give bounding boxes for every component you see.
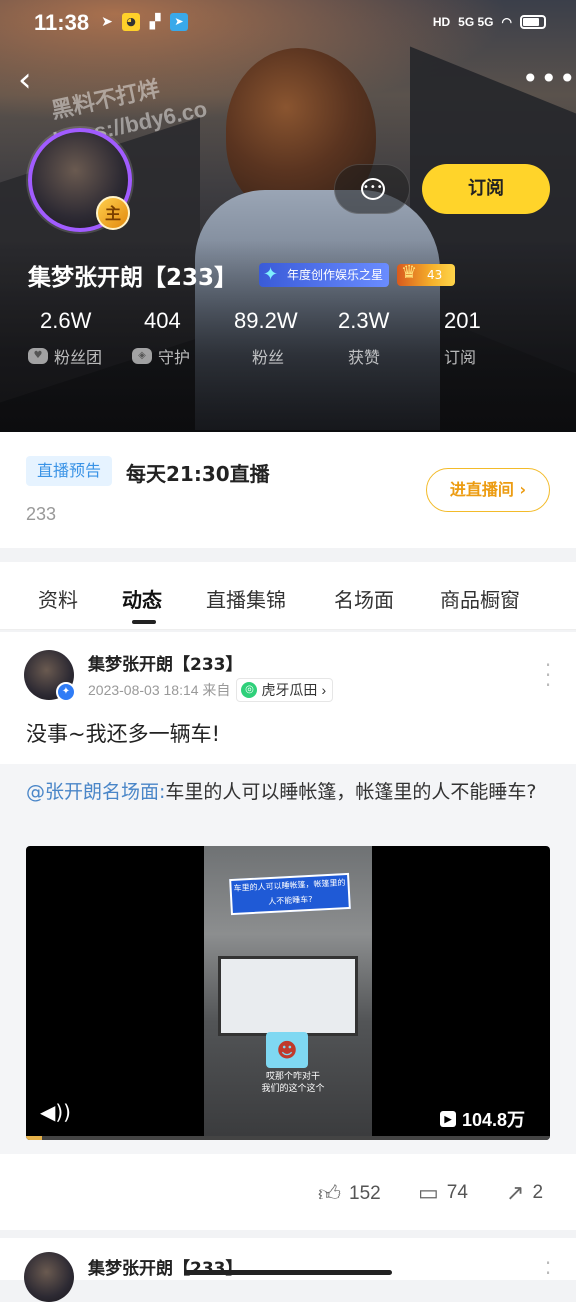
status-bar: 11:38 ➤ ◕ ▞ ➤ HD 5G 5G ◠ <box>0 0 576 44</box>
profile-tabs: 资料 动态 直播集锦 名场面 商品橱窗 <box>0 562 576 630</box>
battery-icon <box>520 15 546 29</box>
subscribe-button[interactable]: 订阅 <box>422 164 550 214</box>
stat-likes[interactable]: 2.3W 获赞 <box>338 308 389 368</box>
chat-icon: ••• <box>361 178 385 200</box>
post-source: 虎牙瓜田 <box>261 682 318 698</box>
live-notice-count: 233 <box>26 504 57 524</box>
post-author-avatar[interactable] <box>24 1252 74 1302</box>
stat-value: 89.2W <box>234 308 298 333</box>
app-icon: ◕ <box>122 13 140 31</box>
video-caption-line-2: 我们的这个这个 <box>261 1084 325 1094</box>
video-caption-bottom: 哎那个咋对干 我们的这个这个 <box>248 1071 338 1095</box>
post-text: 没事~我还多一辆车! <box>26 722 221 746</box>
post-author-name[interactable]: 集梦张开朗【233】 <box>88 650 243 675</box>
post-source-chip[interactable]: ◎ 虎牙瓜田 › <box>236 678 334 702</box>
stat-label: 订阅 <box>444 348 477 367</box>
cat-icon: ▞ <box>149 14 161 30</box>
comment-icon: ▭ <box>418 1180 439 1205</box>
profile-stats: 2.6W ♥ 粉丝团 404 ◈ 守护 89.2W 粉丝 2.3W 获赞 201 订… <box>0 308 576 378</box>
chevron-right-icon: › <box>321 682 327 698</box>
share-button[interactable]: ↗ 2 <box>506 1180 543 1206</box>
video-views: ▶ 104.8万 <box>440 1106 525 1132</box>
tab-highlights[interactable]: 直播集锦 <box>206 584 286 613</box>
status-right: HD 5G 5G ◠ <box>433 12 546 32</box>
video-caption-top: 车里的人可以睡帐篷，帐篷里的人不能睡车? <box>229 872 351 916</box>
hd-icon: HD <box>432 15 451 29</box>
enter-live-room-button[interactable]: 进直播间 › <box>426 468 550 512</box>
video-player[interactable]: 车里的人可以睡帐篷，帐篷里的人不能睡车? ☻ 哎那个咋对干 我们的这个这个 <box>26 846 550 1140</box>
shield-icon: ◈ <box>132 348 152 364</box>
post-more-icon[interactable]: · · · <box>540 655 556 695</box>
video-whiteboard <box>218 956 358 1036</box>
profile-avatar[interactable]: 主 <box>28 128 132 232</box>
share-icon: ↗ <box>506 1180 525 1205</box>
thumbs-up-icon: 👍︎ <box>318 1181 341 1206</box>
more-options-icon[interactable]: ••• <box>522 64 576 94</box>
volume-icon[interactable]: ◀)) <box>40 1100 71 1124</box>
stat-value: 2.3W <box>338 308 390 333</box>
stat-label: 守护 <box>158 348 191 367</box>
share-count: 2 <box>532 1182 544 1203</box>
active-tab-indicator <box>132 620 156 624</box>
wifi-icon: ◠ <box>501 15 512 29</box>
anchor-level-badge: 主 <box>96 196 130 230</box>
honor-badge[interactable]: ✦ 年度创作娱乐之星 <box>259 263 390 287</box>
verified-icon: ✦ <box>56 682 76 702</box>
post-meta: 2023-08-03 18:14 来自 ◎ 虎牙瓜田 › <box>88 678 334 702</box>
stat-label: 获赞 <box>348 348 381 367</box>
video-progress-fill <box>26 1136 42 1140</box>
post-actions: 👍︎ 152 ▭ 74 ↗ 2 <box>0 1170 576 1216</box>
stat-value: 2.6W <box>40 308 92 333</box>
post-date: 2023-08-03 18:14 来自 <box>88 682 231 698</box>
profile-name-row: 集梦张开朗【233】 ✦ 年度创作娱乐之星 ♛ 43 <box>28 258 456 292</box>
signal-icon: 5G 5G <box>458 15 494 29</box>
play-count-icon: ▶ <box>440 1111 456 1127</box>
stat-followers[interactable]: 89.2W 粉丝 <box>234 308 298 368</box>
live-notice-title: 每天21:30直播 <box>126 462 270 486</box>
tab-famous-moments[interactable]: 名场面 <box>334 584 394 613</box>
heart-wing-icon: ♥ <box>28 348 48 364</box>
tab-info[interactable]: 资料 <box>38 584 78 613</box>
honor-label: 年度创作娱乐之星 <box>287 268 384 282</box>
like-button[interactable]: 👍︎ 152 <box>318 1180 381 1207</box>
telegram-icon: ➤ <box>101 14 113 30</box>
tab-shop[interactable]: 商品橱窗 <box>440 584 520 613</box>
fan-level-badge[interactable]: ♛ 43 <box>397 262 456 286</box>
post-author-name[interactable]: 集梦张开朗【233】 <box>88 1254 243 1279</box>
video-caption-line-1: 哎那个咋对干 <box>265 1072 320 1082</box>
status-time: 11:38 <box>34 10 90 35</box>
live-notice-tag: 直播预告 <box>26 456 112 486</box>
home-indicator[interactable] <box>184 1270 392 1275</box>
video-view-count: 104.8万 <box>462 1110 526 1130</box>
star-icon: ✦ <box>263 264 279 285</box>
comment-button[interactable]: ▭ 74 <box>418 1180 468 1206</box>
stat-value: 404 <box>144 308 181 333</box>
like-count: 152 <box>349 1182 381 1204</box>
huya-icon: ◎ <box>241 682 258 698</box>
back-icon[interactable]: ‹ <box>18 62 48 98</box>
profile-name: 集梦张开朗【233】 <box>28 265 238 291</box>
message-button[interactable]: ••• <box>334 164 410 214</box>
stat-label: 粉丝 <box>252 348 285 367</box>
quoted-content: 车里的人可以睡帐篷，帐篷里的人不能睡车? <box>165 781 537 803</box>
post-more-icon[interactable]: · · <box>540 1253 556 1283</box>
stat-fan-club[interactable]: 2.6W ♥ 粉丝团 <box>28 308 102 368</box>
comment-count: 74 <box>446 1182 468 1203</box>
fan-level: 43 <box>427 268 443 282</box>
share-app-icon: ➤ <box>170 13 188 31</box>
quoted-mention[interactable]: @张开朗名场面: <box>26 781 165 803</box>
tab-feed[interactable]: 动态 <box>122 584 162 613</box>
stat-value: 201 <box>444 308 481 333</box>
stat-subscriptions[interactable]: 201 订阅 <box>444 308 481 368</box>
post-author-avatar[interactable]: ✦ <box>24 650 76 702</box>
video-progress-bar[interactable] <box>26 1136 550 1140</box>
stat-guard[interactable]: 404 ◈ 守护 <box>132 308 190 368</box>
video-sticker-icon: ☻ <box>266 1032 308 1068</box>
crown-icon: ♛ <box>401 262 418 283</box>
quoted-post-text: @张开朗名场面:车里的人可以睡帐篷，帐篷里的人不能睡车? <box>26 778 556 806</box>
stat-label: 粉丝团 <box>54 348 103 367</box>
